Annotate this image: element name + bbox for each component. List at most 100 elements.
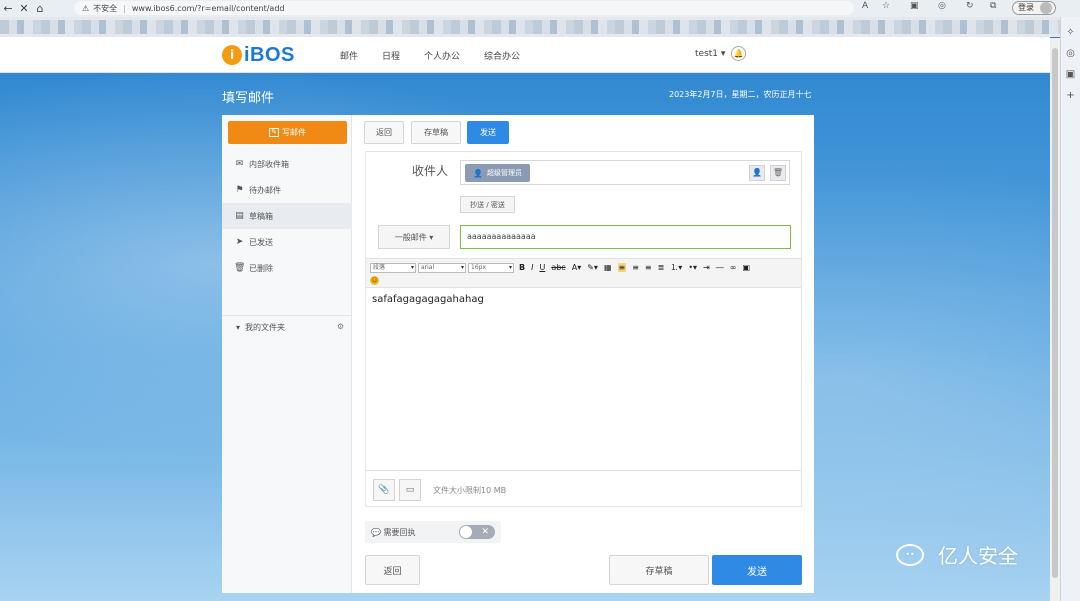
cc-bcc-button[interactable]: 抄送 / 密送 [460, 196, 515, 213]
read-receipt-text: 需要回执 [383, 528, 416, 537]
emoji-icon[interactable]: ☺ [370, 276, 379, 285]
refresh-icon[interactable]: ↻ [966, 1, 974, 11]
logo-bulb-icon: i [222, 45, 242, 65]
recipient-field[interactable]: 👤 超级管理员 👤 🗑 [460, 160, 790, 185]
scrollbar-thumb[interactable] [1052, 48, 1058, 578]
page: i iBOS 邮件 日程 个人办公 综合办公 test1 ▾ 🔔 填写邮件 20… [0, 37, 1050, 601]
bold-icon[interactable]: B [519, 263, 525, 272]
user-menu[interactable]: test1 ▾ [695, 49, 725, 59]
compose-form: 收件人 👤 超级管理员 👤 🗑 抄送 / 密送 一般邮件 ▾ aaaaaaaaa… [365, 151, 802, 507]
indent-icon[interactable]: ⇥ [703, 263, 710, 272]
underline-icon[interactable]: U [539, 263, 545, 272]
trash-icon: 🗑 [234, 263, 246, 273]
align-left-icon[interactable]: ≡ [617, 263, 627, 272]
send-button-top[interactable]: 发送 [467, 121, 509, 144]
app-header: i iBOS 邮件 日程 个人办公 综合办公 test1 ▾ 🔔 [0, 37, 1050, 73]
sidebar-item-label: 待办邮件 [249, 185, 281, 195]
align-right-icon[interactable]: ≡ [645, 263, 652, 272]
save-draft-button-top[interactable]: 存草稿 [411, 121, 461, 144]
table-icon[interactable]: ▦ [604, 263, 612, 272]
extension-sidebar-icon[interactable]: ◎ [1061, 48, 1080, 59]
back-label: 返回 [376, 128, 392, 137]
address-bar[interactable]: ⚠ 不安全 | www.ibos6.com/?r=email/content/a… [74, 1, 854, 15]
link-icon[interactable]: ∞ [730, 263, 737, 272]
browser-sidebar: ✧ ◎ ▣ + [1060, 17, 1080, 601]
page-scrollbar[interactable] [1050, 38, 1060, 601]
clear-recipients-icon[interactable]: 🗑 [770, 165, 786, 181]
recipient-chip[interactable]: 👤 超级管理员 [465, 164, 530, 182]
back-arrow-icon[interactable]: ← [0, 2, 16, 15]
recipient-label: 收件人 [412, 164, 449, 178]
wechat-icon: •• [896, 543, 924, 566]
gear-icon[interactable]: ⚙ [337, 322, 344, 331]
cc-bcc-label: 抄送 / 密送 [470, 200, 505, 209]
font-size-select[interactable]: 16px [468, 262, 514, 273]
collections-icon[interactable]: ⧉ [990, 1, 996, 11]
horizontal-rule-icon[interactable]: ― [716, 263, 724, 272]
send-label: 发送 [480, 128, 496, 137]
address-separator: | [123, 3, 126, 13]
sidebar-item-inbox[interactable]: ✉ 内部收件箱 [222, 151, 352, 177]
align-center-icon[interactable]: ≡ [632, 263, 639, 272]
office-icon[interactable]: ▣ [1061, 69, 1080, 80]
mail-sidebar: ✎ 写邮件 ✉ 内部收件箱 ⚑ 待办邮件 ▤ 草稿箱 ➤ 已发送 🗑 已删除 ▾… [222, 115, 352, 593]
editor-toolbar: 段落 arial 16px B I U abc A▾ ✎▾ ▦ ≡ ≡ ≡ ≣ … [366, 258, 801, 288]
send-button-bottom[interactable]: 发送 [712, 555, 802, 585]
read-receipt-toggle[interactable]: ✕ [459, 525, 495, 539]
sidebar-item-label: 草稿箱 [249, 211, 273, 221]
back-button-bottom[interactable]: 返回 [365, 555, 420, 585]
toggle-knob [460, 526, 472, 538]
unordered-list-icon[interactable]: •▾ [688, 263, 697, 272]
write-mail-button[interactable]: ✎ 写邮件 [228, 121, 347, 144]
watermark-text: 亿人安全 [938, 544, 1018, 568]
extension-icon[interactable]: ◎ [938, 1, 946, 11]
home-icon[interactable]: ⌂ [32, 2, 48, 15]
nav-item-mail[interactable]: 邮件 [340, 49, 358, 62]
save-draft-button-bottom[interactable]: 存草稿 [609, 555, 709, 585]
mail-type-label: 一般邮件 ▾ [394, 232, 434, 242]
bell-icon[interactable]: 🔔 [731, 46, 746, 61]
mail-compose-card: ✎ 写邮件 ✉ 内部收件箱 ⚑ 待办邮件 ▤ 草稿箱 ➤ 已发送 🗑 已删除 ▾… [222, 115, 814, 593]
login-label: 登录 [1018, 3, 1034, 12]
bookmarks-bar [0, 17, 1080, 37]
editor-body[interactable]: safafagagagagahahag [372, 294, 484, 305]
mail-type-select[interactable]: 一般邮件 ▾ [378, 225, 450, 249]
folder-icon[interactable]: ▭ [399, 479, 421, 501]
favorite-star-icon[interactable]: ☆ [882, 1, 890, 11]
strikethrough-icon[interactable]: abc [551, 263, 565, 272]
contact-picker-icon[interactable]: 👤 [749, 165, 765, 181]
nav-item-general[interactable]: 综合办公 [484, 49, 520, 62]
blurred-bookmarks [0, 20, 1080, 34]
avatar[interactable] [1040, 2, 1052, 14]
mail-folder-list: ✉ 内部收件箱 ⚑ 待办邮件 ▤ 草稿箱 ➤ 已发送 🗑 已删除 [222, 151, 352, 281]
highlight-color-icon[interactable]: ✎▾ [587, 263, 598, 272]
close-icon[interactable]: ✕ [16, 2, 32, 15]
add-icon[interactable]: + [1061, 90, 1080, 101]
copilot-icon[interactable]: ✧ [1061, 27, 1080, 38]
sidebar-item-sent[interactable]: ➤ 已发送 [222, 229, 352, 255]
sidebar-item-drafts[interactable]: ▤ 草稿箱 [222, 203, 352, 229]
nav-item-schedule[interactable]: 日程 [382, 49, 400, 62]
attachment-bar: 📎 ▭ 文件大小限制10 MB [366, 470, 801, 506]
font-color-icon[interactable]: A▾ [572, 263, 582, 272]
nav-item-personal[interactable]: 个人办公 [424, 49, 460, 62]
logo[interactable]: i iBOS [222, 43, 295, 67]
ordered-list-icon[interactable]: ⒈▾ [670, 262, 682, 273]
subject-input[interactable]: aaaaaaaaaaaaaa [460, 225, 791, 249]
back-label: 返回 [383, 566, 402, 577]
image-icon[interactable]: ▣ [742, 263, 750, 272]
read-aloud-icon[interactable]: A [862, 1, 868, 11]
italic-icon[interactable]: I [531, 263, 533, 272]
security-label: 不安全 [93, 3, 118, 13]
paperclip-icon[interactable]: 📎 [373, 479, 395, 501]
font-select[interactable]: arial [418, 262, 466, 273]
align-justify-icon[interactable]: ≣ [658, 263, 665, 272]
back-button-top[interactable]: 返回 [364, 121, 404, 144]
paragraph-select[interactable]: 段落 [370, 262, 416, 273]
new-extension-icon[interactable]: ▣ [910, 1, 919, 11]
inbox-icon: ✉ [235, 159, 244, 169]
sidebar-item-label: 已删除 [249, 263, 273, 273]
sidebar-item-deleted[interactable]: 🗑 已删除 [222, 255, 352, 281]
my-folders-toggle[interactable]: ▾ 我的文件夹 ⚙ [222, 315, 352, 339]
sidebar-item-todo[interactable]: ⚑ 待办邮件 [222, 177, 352, 203]
